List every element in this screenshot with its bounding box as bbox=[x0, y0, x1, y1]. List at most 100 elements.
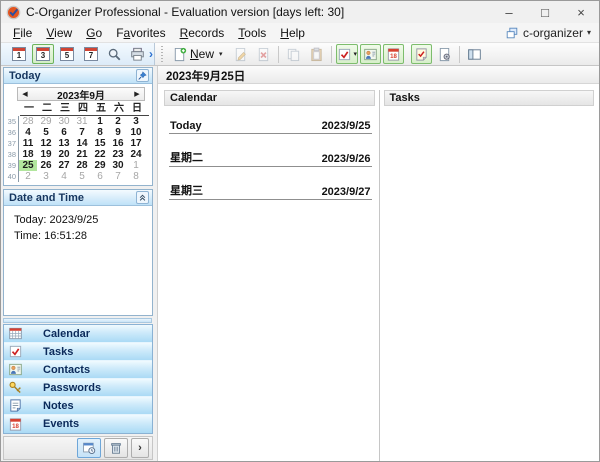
svg-text:18: 18 bbox=[12, 423, 19, 430]
calendar-day[interactable]: 2 bbox=[19, 171, 37, 182]
calendar-day[interactable]: 12 bbox=[37, 138, 55, 149]
calendar-week-row: 40 2 3 4 5 6 7 8 bbox=[7, 171, 149, 182]
calendar-day[interactable]: 4 bbox=[55, 171, 73, 182]
calendar-entries: Today 2023/9/25 星期二 2023/9/26 星期三 2023/9/27 bbox=[164, 106, 375, 215]
calendar-day[interactable]: 31 bbox=[73, 116, 91, 127]
calendar-day[interactable]: 2 bbox=[109, 116, 127, 127]
menu-view[interactable]: View bbox=[39, 25, 79, 41]
calendar-day[interactable]: 3 bbox=[37, 171, 55, 182]
sidebar-item-passwords[interactable]: Passwords bbox=[4, 379, 152, 397]
sidebar-item-events[interactable]: 18 Events bbox=[4, 415, 152, 433]
toolbar-grip[interactable] bbox=[159, 46, 164, 62]
calendar-day[interactable]: 9 bbox=[109, 127, 127, 138]
calendar-day[interactable]: 28 bbox=[73, 160, 91, 171]
close-button[interactable]: × bbox=[563, 1, 599, 23]
month-label[interactable]: 2023年9月 bbox=[32, 87, 130, 102]
prev-month-button[interactable]: ◀ bbox=[18, 88, 32, 100]
calendar-day[interactable]: 30 bbox=[109, 160, 127, 171]
sidebar-item-contacts[interactable]: Contacts bbox=[4, 361, 152, 379]
show-tasks-toggle[interactable]: ▾ bbox=[335, 44, 359, 64]
calendar-day[interactable]: 15 bbox=[91, 138, 109, 149]
minimize-button[interactable]: – bbox=[491, 1, 527, 23]
calendar-day[interactable]: 26 bbox=[37, 160, 55, 171]
menu-help[interactable]: Help bbox=[273, 25, 312, 41]
show-contacts-toggle[interactable] bbox=[360, 44, 382, 64]
calendar-day[interactable]: 30 bbox=[55, 116, 73, 127]
print-button[interactable] bbox=[127, 44, 148, 64]
calendar-day[interactable]: 3 bbox=[127, 116, 145, 127]
calendar-day[interactable]: 14 bbox=[73, 138, 91, 149]
calendar-day[interactable]: 8 bbox=[127, 171, 145, 182]
day-entry[interactable]: Today 2023/9/25 bbox=[169, 120, 372, 134]
planner-view-button[interactable] bbox=[77, 438, 101, 458]
sidebar-overflow-button[interactable]: › bbox=[131, 438, 149, 458]
filter-button[interactable] bbox=[434, 44, 455, 64]
pin-button[interactable] bbox=[136, 69, 149, 82]
calendar-day[interactable]: 1 bbox=[127, 160, 145, 171]
menu-records[interactable]: Records bbox=[173, 25, 232, 41]
sidebar-item-notes[interactable]: Notes bbox=[4, 397, 152, 415]
maximize-button[interactable]: □ bbox=[527, 1, 563, 23]
calendar-day[interactable]: 7 bbox=[109, 171, 127, 182]
calendar-day[interactable]: 6 bbox=[91, 171, 109, 182]
calendar-day[interactable]: 29 bbox=[91, 160, 109, 171]
view-7-days-button[interactable]: 7 bbox=[80, 44, 102, 64]
calendar-day[interactable]: 28 bbox=[19, 116, 37, 127]
calendar-day[interactable]: 1 bbox=[91, 116, 109, 127]
calendar-day[interactable]: 16 bbox=[109, 138, 127, 149]
calendar-day[interactable]: 6 bbox=[55, 127, 73, 138]
calendar-day[interactable]: 18 bbox=[19, 149, 37, 160]
calendar-day[interactable]: 5 bbox=[73, 171, 91, 182]
show-notes-toggle[interactable] bbox=[411, 44, 433, 64]
panels-button[interactable] bbox=[464, 44, 485, 64]
edit-record-button[interactable] bbox=[230, 44, 251, 64]
calendar-day[interactable]: 22 bbox=[91, 149, 109, 160]
calendar-day[interactable]: 4 bbox=[19, 127, 37, 138]
calendar-day[interactable]: 21 bbox=[73, 149, 91, 160]
calendar-day[interactable]: 23 bbox=[109, 149, 127, 160]
sidebar-item-calendar[interactable]: Calendar bbox=[4, 325, 152, 343]
calendar-day-selected[interactable]: 25 bbox=[19, 160, 37, 171]
toolbar-overflow-button[interactable]: › bbox=[149, 47, 153, 61]
calendar-day[interactable]: 8 bbox=[91, 127, 109, 138]
calendar-day[interactable]: 29 bbox=[37, 116, 55, 127]
calendar-nav-icon bbox=[7, 326, 23, 342]
calendar-day[interactable]: 24 bbox=[127, 149, 145, 160]
calendar-day[interactable]: 11 bbox=[19, 138, 37, 149]
sidebar-splitter[interactable] bbox=[3, 318, 152, 323]
day-entry[interactable]: 星期二 2023/9/26 bbox=[169, 149, 372, 167]
calendar-day[interactable]: 17 bbox=[127, 138, 145, 149]
today-panel-header: Today bbox=[4, 68, 152, 84]
calendar-day[interactable]: 10 bbox=[127, 127, 145, 138]
menu-favorites[interactable]: Favorites bbox=[109, 25, 172, 41]
chevron-down-icon: ▾ bbox=[586, 28, 591, 37]
database-selector[interactable]: c-organizer ▾ bbox=[505, 26, 594, 40]
calendar-day[interactable]: 20 bbox=[55, 149, 73, 160]
calendar-day[interactable]: 27 bbox=[55, 160, 73, 171]
calendar-day[interactable]: 5 bbox=[37, 127, 55, 138]
recycle-bin-button[interactable] bbox=[104, 438, 128, 458]
day-entry-label: 星期二 bbox=[170, 152, 203, 164]
calendar-day[interactable]: 7 bbox=[73, 127, 91, 138]
copy-button[interactable] bbox=[283, 44, 304, 64]
menu-tools[interactable]: Tools bbox=[231, 25, 273, 41]
delete-record-button[interactable] bbox=[253, 44, 274, 64]
menu-go[interactable]: Go bbox=[79, 25, 109, 41]
view-3-days-button[interactable]: 3 bbox=[32, 44, 54, 64]
menu-file[interactable]: File bbox=[6, 25, 39, 41]
calendar-day[interactable]: 19 bbox=[37, 149, 55, 160]
datetime-panel-header: Date and Time bbox=[4, 190, 152, 206]
weekday-label: 五 bbox=[96, 103, 106, 114]
section-nav-list: Calendar Tasks Contacts Passwords Notes 18 Eve… bbox=[3, 324, 153, 434]
search-button[interactable] bbox=[104, 44, 125, 64]
next-month-button[interactable]: ▶ bbox=[130, 88, 144, 100]
view-1-days-button[interactable]: 1 bbox=[8, 44, 30, 64]
paste-button[interactable] bbox=[306, 44, 327, 64]
view-5-days-button[interactable]: 5 bbox=[56, 44, 78, 64]
new-record-button[interactable]: New ▾ bbox=[167, 44, 228, 64]
show-events-toggle[interactable]: 18 bbox=[383, 44, 405, 64]
sidebar-item-tasks[interactable]: Tasks bbox=[4, 343, 152, 361]
day-entry[interactable]: 星期三 2023/9/27 bbox=[169, 182, 372, 200]
collapse-button[interactable] bbox=[136, 191, 149, 204]
calendar-day[interactable]: 13 bbox=[55, 138, 73, 149]
